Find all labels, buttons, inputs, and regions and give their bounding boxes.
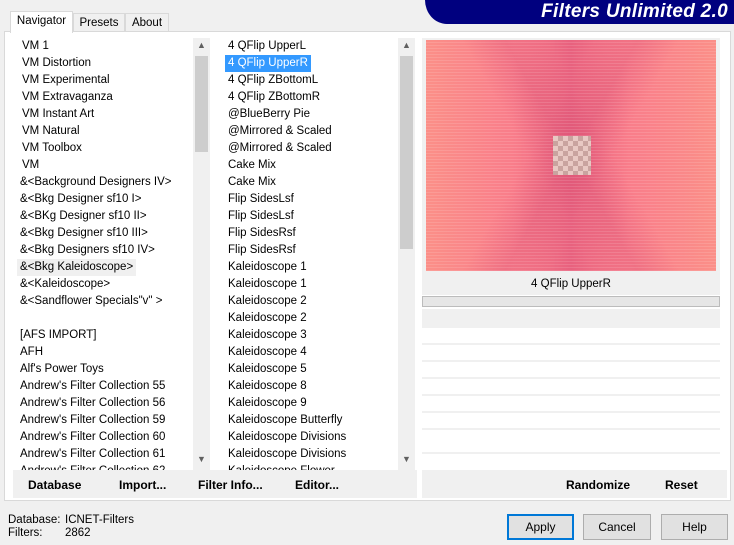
list-item[interactable]: Andrew's Filter Collection 60	[17, 429, 168, 446]
scroll-down-icon[interactable]: ▼	[398, 454, 415, 464]
list-item[interactable]: VM Toolbox	[19, 140, 85, 157]
apply-button[interactable]: Apply	[507, 514, 574, 540]
database-value: ICNET-Filters	[65, 514, 134, 526]
list-item[interactable]: &<Sandflower Specials"v" >	[17, 293, 165, 310]
scroll-up-icon[interactable]: ▲	[398, 40, 415, 50]
list-item[interactable]: VM 1	[19, 38, 52, 55]
divider	[422, 360, 720, 362]
list-item[interactable]: VM Experimental	[19, 72, 113, 89]
preview-image[interactable]	[426, 40, 716, 271]
tab-presets[interactable]: Presets	[73, 13, 125, 32]
list-item[interactable]: Andrew's Filter Collection 59	[17, 412, 168, 429]
filters-label: Filters:	[8, 527, 43, 539]
list-item[interactable]: &<Kaleidoscope>	[17, 276, 113, 293]
scroll-up-icon[interactable]: ▲	[193, 40, 210, 50]
list-item[interactable]: Kaleidoscope 9	[225, 395, 310, 412]
tab-navigator[interactable]: Navigator	[10, 11, 73, 33]
list-item[interactable]: Andrew's Filter Collection 55	[17, 378, 168, 395]
transparent-area	[553, 136, 591, 175]
reset-button[interactable]: Reset	[665, 478, 698, 492]
database-label: Database:	[8, 514, 61, 526]
list-item[interactable]: 4 QFlip ZBottomR	[225, 89, 323, 106]
cancel-button[interactable]: Cancel	[583, 514, 651, 540]
list-item[interactable]: Kaleidoscope 2	[225, 293, 310, 310]
tab-about[interactable]: About	[125, 13, 169, 32]
list-item[interactable]: Kaleidoscope Flower	[225, 463, 338, 470]
list-item[interactable]: Kaleidoscope 5	[225, 361, 310, 378]
parameter-area	[422, 309, 720, 328]
list-item[interactable]: Andrew's Filter Collection 61	[17, 446, 168, 463]
list-item[interactable]: @Mirrored & Scaled	[225, 140, 335, 157]
divider	[422, 394, 720, 396]
list-item[interactable]: VM	[19, 157, 42, 174]
list-item[interactable]: Flip SidesLsf	[225, 191, 297, 208]
list-item[interactable]: Kaleidoscope 8	[225, 378, 310, 395]
scroll-thumb[interactable]	[400, 56, 413, 249]
filter-scrollbar[interactable]: ▲ ▼	[398, 38, 415, 470]
list-item[interactable]: &<Background Designers IV>	[17, 174, 175, 191]
list-item[interactable]: Kaleidoscope Divisions	[225, 446, 349, 463]
list-item[interactable]: Alf's Power Toys	[17, 361, 107, 378]
divider	[422, 452, 720, 454]
list-item[interactable]: &<Bkg Designer sf10 III>	[17, 225, 151, 242]
help-button[interactable]: Help	[661, 514, 728, 540]
list-item[interactable]: Kaleidoscope Butterfly	[225, 412, 345, 429]
filter-info-button[interactable]: Filter Info...	[198, 478, 263, 492]
divider	[422, 428, 720, 430]
preview-filter-name: 4 QFlip UpperR	[422, 273, 720, 295]
list-item[interactable]: &<Bkg Kaleidoscope>	[17, 259, 137, 276]
list-item[interactable]: VM Instant Art	[19, 106, 97, 123]
category-scrollbar[interactable]: ▲ ▼	[193, 38, 210, 470]
list-item[interactable]: Kaleidoscope Divisions	[225, 429, 349, 446]
list-item[interactable]: [AFS IMPORT]	[17, 327, 99, 344]
filters-unlimited-banner: Filters Unlimited 2.0	[425, 0, 734, 24]
list-item[interactable]: 4 QFlip ZBottomL	[225, 72, 321, 89]
list-item[interactable]: 4 QFlip UpperR	[225, 55, 311, 72]
list-item[interactable]: 4 QFlip UpperL	[225, 38, 309, 55]
list-item[interactable]: @BlueBerry Pie	[225, 106, 313, 123]
list-item[interactable]: Kaleidoscope 3	[225, 327, 310, 344]
scroll-thumb[interactable]	[195, 56, 208, 152]
import-button[interactable]: Import...	[119, 478, 166, 492]
list-item[interactable]: Cake Mix	[225, 174, 279, 191]
list-item[interactable]: VM Extravaganza	[19, 89, 116, 106]
scroll-down-icon[interactable]: ▼	[193, 454, 210, 464]
list-item[interactable]: @Mirrored & Scaled	[225, 123, 335, 140]
filter-list[interactable]: 4 QFlip UpperL 4 QFlip UpperR 4 QFlip ZBot…	[221, 38, 398, 470]
divider	[422, 377, 720, 379]
list-item[interactable]: VM Distortion	[19, 55, 94, 72]
list-item[interactable]: AFH	[17, 344, 46, 361]
list-item[interactable]: Flip SidesRsf	[225, 225, 299, 242]
list-item[interactable]: Flip SidesRsf	[225, 242, 299, 259]
list-item[interactable]: VM Natural	[19, 123, 83, 140]
list-item[interactable]: Kaleidoscope 4	[225, 344, 310, 361]
list-item[interactable]: Cake Mix	[225, 157, 279, 174]
list-item[interactable]: Flip SidesLsf	[225, 208, 297, 225]
list-item[interactable]: Kaleidoscope 1	[225, 276, 310, 293]
list-item[interactable]: &<BKg Designer sf10 II>	[17, 208, 150, 225]
divider	[422, 343, 720, 345]
divider	[422, 411, 720, 413]
list-item[interactable]	[17, 310, 23, 327]
filters-count: 2862	[65, 527, 91, 539]
editor-button[interactable]: Editor...	[295, 478, 339, 492]
list-item[interactable]: Andrew's Filter Collection 56	[17, 395, 168, 412]
list-item[interactable]: &<Bkg Designer sf10 I>	[17, 191, 144, 208]
list-item[interactable]: Kaleidoscope 1	[225, 259, 310, 276]
randomize-button[interactable]: Randomize	[566, 478, 630, 492]
list-item[interactable]: Kaleidoscope 2	[225, 310, 310, 327]
progress-bar	[422, 296, 720, 307]
database-button[interactable]: Database	[28, 478, 81, 492]
list-item[interactable]: &<Bkg Designers sf10 IV>	[17, 242, 158, 259]
category-list[interactable]: VM 1 VM Distortion VM Experimental VM Extra…	[13, 38, 193, 470]
list-item[interactable]: Andrew's Filter Collection 62	[17, 463, 168, 470]
